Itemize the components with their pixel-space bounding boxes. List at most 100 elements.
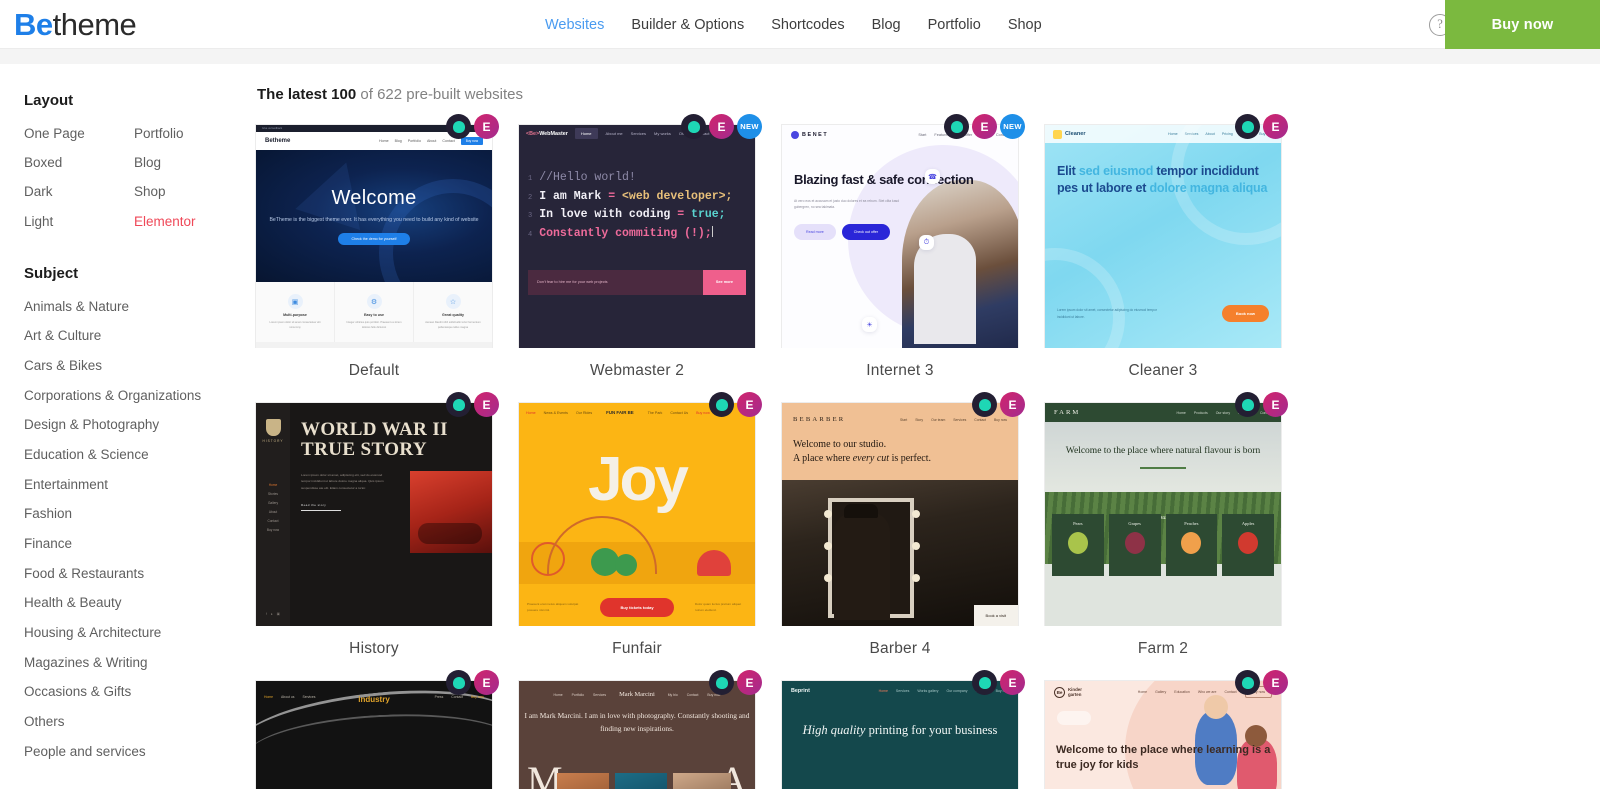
layout-filter-portfolio[interactable]: Portfolio: [134, 127, 244, 141]
mini-footer: Praesent erat metus aliquam volutpat pos…: [519, 598, 755, 617]
mini-nav: BEBARBER Start Story Our team Services C…: [793, 416, 1007, 423]
subject-filter-food-restaurants[interactable]: Food & Restaurants: [24, 567, 255, 581]
layout-filter-blog[interactable]: Blog: [134, 156, 244, 170]
elementor-icon[interactable]: E: [737, 670, 762, 695]
elementor-icon[interactable]: E: [737, 392, 762, 417]
nav-item-shop[interactable]: Shop: [1008, 17, 1042, 33]
nav-item-blog[interactable]: Blog: [872, 17, 901, 33]
subject-filter-housing-architecture[interactable]: Housing & Architecture: [24, 626, 255, 640]
subject-filter-people-and-services[interactable]: People and services: [24, 745, 255, 759]
subject-filter-occasions-gifts[interactable]: Occasions & Gifts: [24, 685, 255, 699]
muffin-builder-icon[interactable]: [1235, 670, 1260, 695]
code-token: true;: [691, 208, 726, 221]
website-card-history[interactable]: E HISTORY Home Stories Gallery About: [255, 402, 493, 680]
card-thumbnail[interactable]: Be Kindergarten Home Gallery Education W…: [1044, 680, 1282, 789]
website-card-cleaner-3[interactable]: E Cleaner Home Services About: [1044, 124, 1282, 402]
website-card-barber-4[interactable]: E BEBARBER Start Story Our team Servic: [781, 402, 1019, 680]
mini-headline: I am Mark Marcini. I am in love with pho…: [519, 710, 755, 735]
card-thumbnail[interactable]: Home News & Events Our Rides FUN FAIR BE…: [518, 402, 756, 626]
muffin-builder-icon[interactable]: [972, 670, 997, 695]
subject-filter-design-photography[interactable]: Design & Photography: [24, 418, 255, 432]
elementor-icon[interactable]: E: [474, 392, 499, 417]
elementor-icon[interactable]: E: [1263, 114, 1288, 139]
subject-filter-cars-bikes[interactable]: Cars & Bikes: [24, 359, 255, 373]
subject-filter-health-beauty[interactable]: Health & Beauty: [24, 596, 255, 610]
social-icons: f▸▣: [266, 612, 280, 616]
muffin-builder-icon[interactable]: [681, 114, 706, 139]
muffin-builder-icon[interactable]: [446, 392, 471, 417]
card-badges: E: [709, 392, 762, 417]
muffin-builder-icon[interactable]: [446, 114, 471, 139]
subject-filter-corporations-organizations[interactable]: Corporations & Organizations: [24, 389, 255, 403]
website-card-beprint[interactable]: E Beprint Home Services Works gallery Ou…: [781, 680, 1019, 789]
subject-filter-others[interactable]: Others: [24, 715, 255, 729]
layout-filter-boxed[interactable]: Boxed: [24, 156, 134, 170]
website-card-farm-2[interactable]: E FARM Home Products Our story About us …: [1044, 402, 1282, 680]
website-card-webmaster-2[interactable]: E NEW <Be>WebMaster Home About me Servic…: [518, 124, 756, 402]
card-thumbnail[interactable]: BENET Start Features Our offer FAQ Conta…: [781, 124, 1019, 348]
photo-thumb: [673, 773, 731, 789]
mini-logo-be: <Be>: [526, 131, 539, 137]
subject-filter-art-culture[interactable]: Art & Culture: [24, 329, 255, 343]
website-card-kindergarten[interactable]: E Be Kindergarten Home: [1044, 680, 1282, 789]
card-thumbnail[interactable]: Cleaner Home Services About Pricing Cont…: [1044, 124, 1282, 348]
mini-site-barber: BEBARBER Start Story Our team Services C…: [782, 403, 1018, 626]
subject-filter-magazines-writing[interactable]: Magazines & Writing: [24, 656, 255, 670]
muffin-builder-icon[interactable]: [709, 670, 734, 695]
layout-filter-one-page[interactable]: One Page: [24, 127, 134, 141]
mini-nav-services: Services: [896, 689, 909, 693]
elementor-icon[interactable]: E: [1263, 392, 1288, 417]
nav-item-shortcodes[interactable]: Shortcodes: [771, 17, 844, 33]
layout-filter-elementor[interactable]: Elementor: [134, 215, 244, 229]
mini-nav-bio: My bio: [668, 693, 678, 697]
product-label: Peaches: [1184, 521, 1198, 526]
elementor-icon[interactable]: E: [1263, 670, 1288, 695]
mini-book-visit-button: Book a visit: [974, 605, 1018, 626]
muffin-builder-icon[interactable]: [709, 392, 734, 417]
websites-content: The latest 100 of 622 pre-built websites…: [255, 64, 1600, 789]
betheme-logo[interactable]: Betheme: [14, 9, 136, 40]
card-thumbnail[interactable]: FARM Home Products Our story About us Co…: [1044, 402, 1282, 626]
elementor-icon[interactable]: E: [1000, 670, 1025, 695]
card-thumbnail[interactable]: Home Portfolio Services Mark Marcini My …: [518, 680, 756, 789]
nav-item-websites[interactable]: Websites: [545, 17, 604, 33]
muffin-builder-icon[interactable]: [1235, 392, 1260, 417]
website-card-mark-marcini[interactable]: E Home Portfolio Services Mark Marcini M…: [518, 680, 756, 789]
subject-filter-fashion[interactable]: Fashion: [24, 507, 255, 521]
buy-now-button[interactable]: Buy now: [1445, 0, 1600, 49]
elementor-icon[interactable]: E: [972, 114, 997, 139]
card-badges: E: [972, 392, 1025, 417]
layout-column-1: One Page Boxed Dark Light: [24, 127, 134, 229]
card-thumbnail[interactable]: Beprint Home Services Works gallery Our …: [781, 680, 1019, 789]
layout-filter-shop[interactable]: Shop: [134, 185, 244, 199]
mini-site-farm: FARM Home Products Our story About us Co…: [1045, 403, 1281, 626]
elementor-icon[interactable]: E: [1000, 392, 1025, 417]
card-thumbnail[interactable]: Give us feedback Betheme Home Blog Portf…: [255, 124, 493, 348]
card-thumbnail[interactable]: <Be>WebMaster Home About me Services My …: [518, 124, 756, 348]
layout-filter-light[interactable]: Light: [24, 215, 134, 229]
layout-filter-dark[interactable]: Dark: [24, 185, 134, 199]
subject-filter-education-science[interactable]: Education & Science: [24, 448, 255, 462]
muffin-builder-icon[interactable]: [944, 114, 969, 139]
elementor-icon[interactable]: E: [474, 114, 499, 139]
card-thumbnail[interactable]: Home About us Services Press Contact Buy…: [255, 680, 493, 789]
subject-filter-entertainment[interactable]: Entertainment: [24, 478, 255, 492]
muffin-builder-icon[interactable]: [972, 392, 997, 417]
elementor-icon[interactable]: E: [474, 670, 499, 695]
subject-filter-finance[interactable]: Finance: [24, 537, 255, 551]
nav-item-builder-options[interactable]: Builder & Options: [631, 17, 744, 33]
muffin-builder-icon[interactable]: [1235, 114, 1260, 139]
mini-site-beprint: Beprint Home Services Works gallery Our …: [782, 681, 1018, 789]
website-card-default[interactable]: E Give us feedback Betheme Home Blog Por…: [255, 124, 493, 402]
card-badges: E: [446, 670, 499, 695]
website-card-funfair[interactable]: E Home News & Events Our Rides FUN FAIR …: [518, 402, 756, 680]
card-thumbnail[interactable]: BEBARBER Start Story Our team Services C…: [781, 402, 1019, 626]
website-card-internet-3[interactable]: E NEW BENET Start Features Our offer: [781, 124, 1019, 402]
elementor-icon[interactable]: E: [709, 114, 734, 139]
nav-item-portfolio[interactable]: Portfolio: [928, 17, 981, 33]
card-thumbnail[interactable]: HISTORY Home Stories Gallery About Conta…: [255, 402, 493, 626]
subject-filter-animals-nature[interactable]: Animals & Nature: [24, 300, 255, 314]
muffin-builder-icon[interactable]: [446, 670, 471, 695]
product-label: Apples: [1242, 521, 1254, 526]
website-card-industry[interactable]: E Home About us Services Press Contact B…: [255, 680, 493, 789]
